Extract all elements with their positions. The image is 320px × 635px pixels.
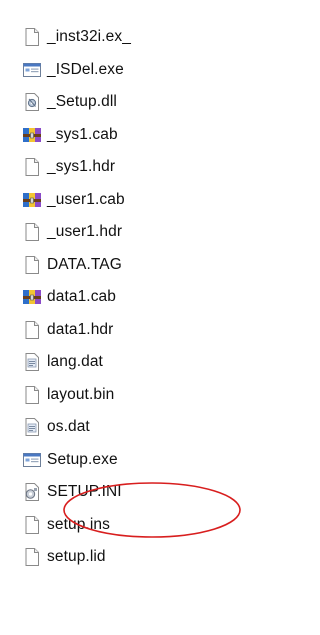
file-name-label: _sys1.cab bbox=[47, 125, 118, 143]
cab-archive-icon bbox=[22, 125, 42, 145]
file-name-label: _inst32i.ex_ bbox=[47, 28, 131, 45]
file-name-label: lang.dat bbox=[47, 353, 103, 370]
file-list: _inst32i.ex_ _ISDel.exe _Setup.dll _sys1.ca… bbox=[0, 0, 245, 635]
file-item[interactable]: DATA.TAG bbox=[22, 250, 122, 280]
file-item[interactable]: layout.bin bbox=[22, 380, 114, 410]
dat-file-icon bbox=[22, 352, 42, 372]
blank-file-icon bbox=[22, 547, 42, 567]
file-item[interactable]: _user1.hdr bbox=[22, 217, 122, 247]
dat-file-icon bbox=[22, 417, 42, 437]
blank-file-icon bbox=[22, 385, 42, 405]
file-item[interactable]: _user1.cab bbox=[22, 185, 125, 215]
file-name-label: data1.hdr bbox=[47, 320, 114, 338]
file-item[interactable]: _sys1.hdr bbox=[22, 152, 115, 182]
file-name-label: _user1.hdr bbox=[47, 223, 123, 240]
file-item[interactable]: lang.dat bbox=[22, 347, 103, 377]
file-name-label: SETUP.INI bbox=[47, 483, 122, 500]
file-item[interactable]: setup.lid bbox=[22, 542, 106, 572]
exe-window-icon bbox=[22, 60, 42, 80]
blank-file-icon bbox=[22, 157, 42, 177]
file-name-label: _user1.cab bbox=[47, 190, 125, 208]
blank-file-icon bbox=[22, 255, 42, 275]
file-item[interactable]: _sys1.cab bbox=[22, 120, 118, 150]
file-name-label: _ISDel.exe bbox=[47, 60, 124, 78]
file-item[interactable]: _inst32i.ex_ bbox=[22, 22, 131, 52]
file-item[interactable]: _ISDel.exe bbox=[22, 55, 124, 85]
file-item[interactable]: Setup.exe bbox=[22, 445, 118, 475]
file-item[interactable]: SETUP.INI bbox=[22, 477, 122, 507]
blank-file-icon bbox=[22, 27, 42, 47]
cab-archive-icon bbox=[22, 287, 42, 307]
ini-settings-icon bbox=[22, 482, 42, 502]
dll-gear-icon bbox=[22, 92, 42, 112]
file-item[interactable]: os.dat bbox=[22, 412, 90, 442]
blank-file-icon bbox=[22, 320, 42, 340]
cab-archive-icon bbox=[22, 190, 42, 210]
file-name-label: data1.cab bbox=[47, 288, 116, 305]
file-item[interactable]: setup.ins bbox=[22, 510, 110, 540]
file-item[interactable]: _Setup.dll bbox=[22, 87, 117, 117]
file-name-label: setup.ins bbox=[47, 515, 110, 533]
file-item[interactable]: data1.cab bbox=[22, 282, 116, 312]
blank-file-icon bbox=[22, 222, 42, 242]
exe-window-icon bbox=[22, 450, 42, 470]
file-item[interactable]: data1.hdr bbox=[22, 315, 113, 345]
file-name-label: setup.lid bbox=[47, 548, 106, 565]
file-name-label: _Setup.dll bbox=[47, 93, 117, 110]
file-name-label: os.dat bbox=[47, 418, 90, 435]
cut-off-file-item bbox=[20, 0, 140, 10]
blank-file-icon bbox=[22, 515, 42, 535]
file-name-label: _sys1.hdr bbox=[47, 158, 116, 175]
file-name-label: Setup.exe bbox=[47, 450, 118, 468]
file-name-label: layout.bin bbox=[47, 385, 115, 403]
file-name-label: DATA.TAG bbox=[47, 255, 122, 273]
